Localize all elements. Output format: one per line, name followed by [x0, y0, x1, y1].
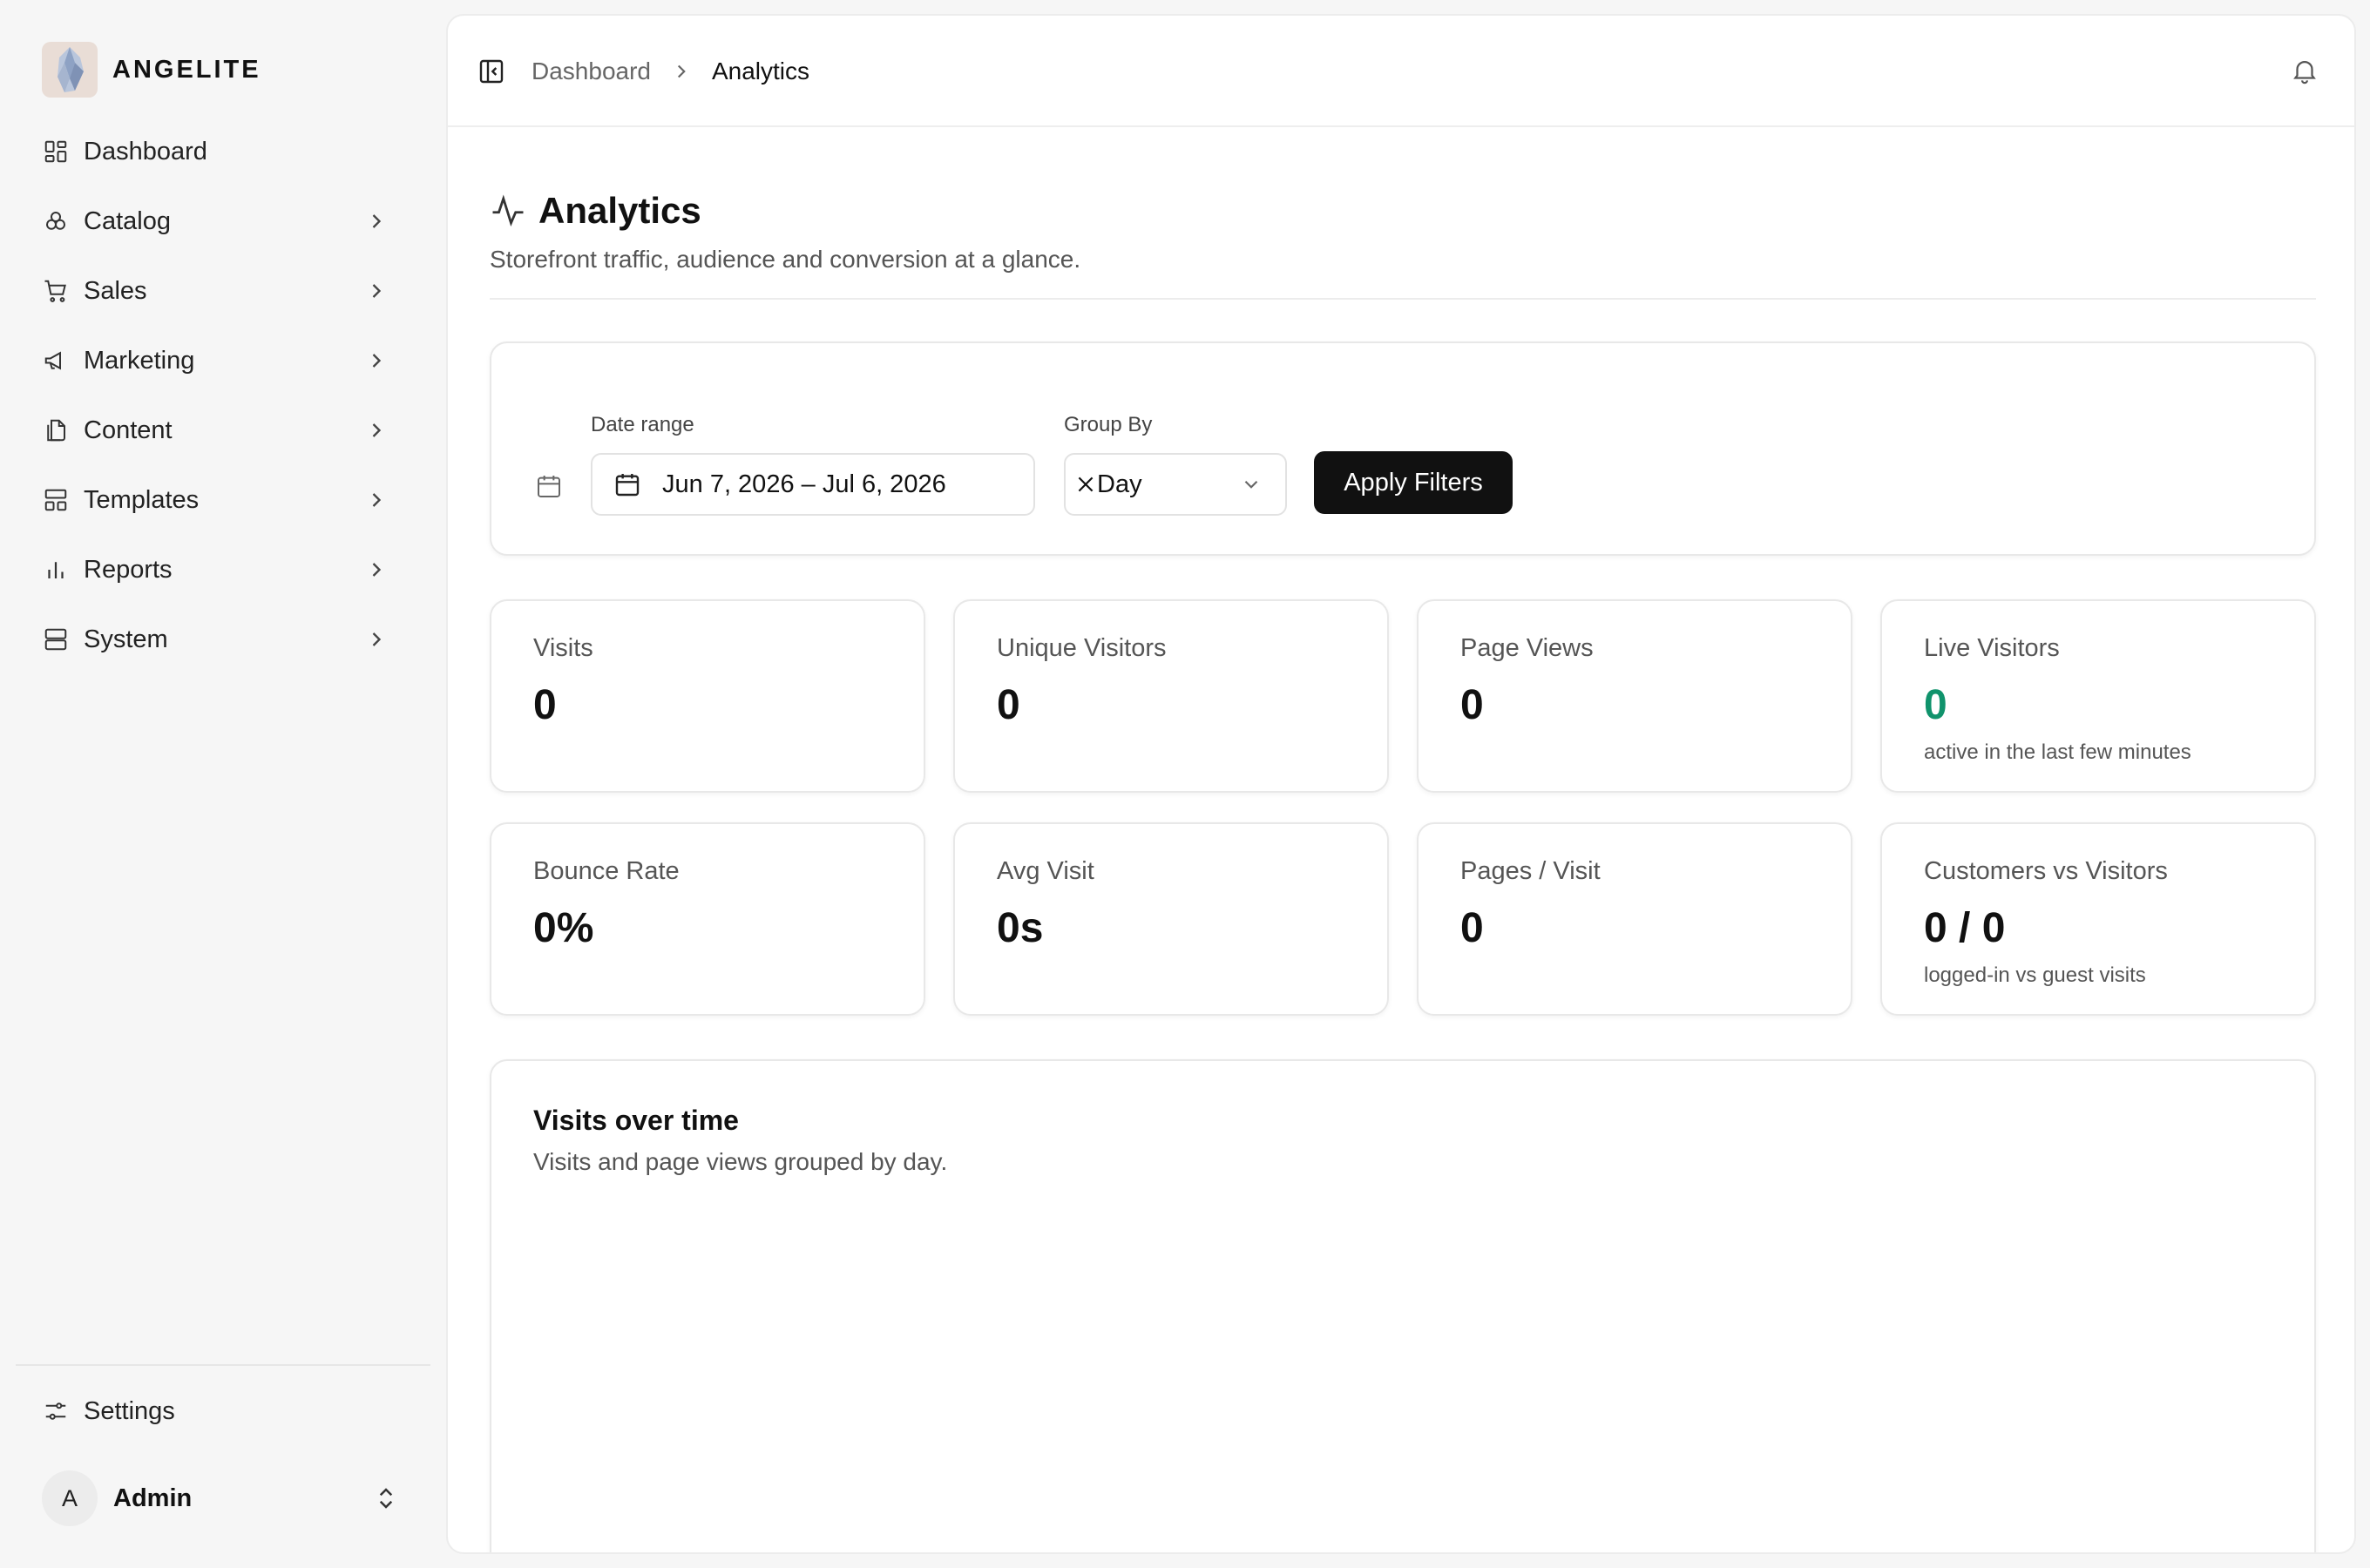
group-by-label: Group By: [1064, 413, 1153, 436]
chevron-right-icon: [364, 558, 389, 582]
filter-card: Date range Jun 7, 2026 – Jul 6, 2026 Gro…: [490, 341, 2316, 556]
sidebar-toggle-icon[interactable]: [477, 57, 505, 85]
date-range-picker[interactable]: Jun 7, 2026 – Jul 6, 2026: [591, 453, 1035, 516]
stat-label: Visits: [533, 634, 593, 662]
chevron-right-icon: [670, 60, 693, 83]
stat-label: Bounce Rate: [533, 857, 680, 885]
chevron-right-icon: [364, 279, 389, 303]
stat-card-unique-visitors: Unique Visitors 0: [953, 599, 1389, 793]
chevrons-up-down-icon: [373, 1485, 399, 1511]
breadcrumb-current: Analytics: [711, 57, 810, 84]
sidebar-item-label: Marketing: [84, 346, 195, 375]
avatar: A: [42, 1470, 98, 1526]
chevron-down-icon: [1240, 473, 1263, 496]
clear-icon[interactable]: [1074, 473, 1097, 496]
calendar-icon: [613, 470, 641, 498]
sidebar-item-label: Templates: [84, 485, 200, 514]
chart-subtitle: Visits and page views grouped by day.: [533, 1148, 948, 1175]
stat-value: 0%: [533, 905, 594, 951]
stat-value: 0s: [997, 905, 1044, 951]
breadcrumb-link[interactable]: Dashboard: [532, 57, 651, 85]
stat-label: Avg Visit: [997, 857, 1094, 885]
stat-card-bounce-rate: Bounce Rate 0%: [490, 822, 925, 1016]
brand-name: ANGELITE: [112, 55, 261, 84]
topbar: Dashboard Analytics: [448, 16, 2354, 127]
sidebar-item-reports[interactable]: Reports: [21, 540, 413, 599]
group-by-value: Day: [1097, 470, 1142, 498]
stat-card-visits: Visits 0: [490, 599, 925, 793]
main-panel: Dashboard Analytics Analytics Storefront…: [446, 14, 2356, 1554]
chart-title: Visits over time: [533, 1105, 739, 1136]
user-menu[interactable]: A Admin: [21, 1465, 413, 1531]
calendar-icon: [535, 472, 563, 500]
sidebar-item-settings[interactable]: Settings: [21, 1382, 413, 1441]
date-range-value: Jun 7, 2026 – Jul 6, 2026: [662, 470, 946, 498]
page-header: Analytics Storefront traffic, audience a…: [490, 190, 2316, 274]
chevron-right-icon: [364, 488, 389, 512]
stat-card-customers-vs-visitors: Customers vs Visitors 0 / 0 logged-in vs…: [1880, 822, 2316, 1016]
sidebar-item-label: System: [84, 625, 168, 653]
chevron-right-icon: [364, 418, 389, 443]
catalog-icon: [42, 207, 70, 235]
cart-icon: [42, 277, 70, 305]
activity-icon: [490, 193, 526, 229]
bell-icon[interactable]: [2290, 56, 2319, 85]
stat-note: logged-in vs guest visits: [1924, 963, 2146, 987]
sidebar-item-sales[interactable]: Sales: [21, 261, 413, 321]
stat-value: 0: [1924, 682, 1947, 728]
breadcrumb: Dashboard Analytics: [532, 16, 809, 127]
sidebar-item-label: Dashboard: [84, 137, 207, 166]
sidebar-item-label: Content: [84, 416, 173, 444]
stat-value: 0 / 0: [1924, 905, 2006, 951]
chevron-right-icon: [364, 627, 389, 652]
stat-card-pages-per-visit: Pages / Visit 0: [1417, 822, 1852, 1016]
stat-value: 0: [1460, 682, 1484, 728]
stat-card-live-visitors: Live Visitors 0 active in the last few m…: [1880, 599, 2316, 793]
stat-value: 0: [997, 682, 1020, 728]
visits-chart-card: Visits over time Visits and page views g…: [490, 1059, 2316, 1552]
stat-label: Live Visitors: [1924, 634, 2060, 662]
brand[interactable]: ANGELITE: [42, 42, 261, 98]
chevron-right-icon: [364, 348, 389, 373]
header-divider: [490, 298, 2316, 300]
sidebar-item-templates[interactable]: Templates: [21, 470, 413, 530]
sidebar-item-catalog[interactable]: Catalog: [21, 192, 413, 251]
chevron-right-icon: [364, 209, 389, 233]
stat-label: Unique Visitors: [997, 634, 1167, 662]
stat-value: 0: [1460, 905, 1484, 951]
sidebar-item-content[interactable]: Content: [21, 401, 413, 460]
stat-card-avg-visit: Avg Visit 0s: [953, 822, 1389, 1016]
apply-filters-button[interactable]: Apply Filters: [1314, 451, 1513, 514]
megaphone-icon: [42, 347, 70, 375]
files-icon: [42, 416, 70, 444]
sidebar-item-label: Sales: [84, 276, 147, 305]
page-title: Analytics: [538, 190, 701, 231]
stat-label: Pages / Visit: [1460, 857, 1601, 885]
sidebar-item-label: Catalog: [84, 206, 171, 235]
brand-logo: [42, 42, 98, 98]
bar-chart-icon: [42, 556, 70, 584]
sidebar-nav: Dashboard Catalog Sales Marketing Conten…: [21, 122, 413, 679]
sidebar-item-marketing[interactable]: Marketing: [21, 331, 413, 390]
layout-icon: [42, 486, 70, 514]
group-by-select[interactable]: Day: [1064, 453, 1287, 516]
stat-value: 0: [533, 682, 557, 728]
sliders-icon: [42, 1397, 70, 1425]
page-subtitle: Storefront traffic, audience and convers…: [490, 246, 1081, 273]
stat-label: Page Views: [1460, 634, 1594, 662]
server-icon: [42, 625, 70, 653]
sidebar-item-system[interactable]: System: [21, 610, 413, 669]
stat-card-page-views: Page Views 0: [1417, 599, 1852, 793]
sidebar-item-label: Reports: [84, 555, 173, 584]
dashboard-icon: [42, 138, 70, 166]
stat-note: active in the last few minutes: [1924, 740, 2191, 764]
sidebar-item-dashboard[interactable]: Dashboard: [21, 122, 413, 181]
sidebar-divider: [16, 1364, 430, 1366]
date-range-label: Date range: [591, 413, 694, 436]
sidebar: ANGELITE Dashboard Catalog Sales Marketi…: [0, 0, 444, 1568]
user-name: Admin: [113, 1484, 193, 1512]
stat-label: Customers vs Visitors: [1924, 857, 2168, 885]
settings-label: Settings: [84, 1396, 175, 1425]
